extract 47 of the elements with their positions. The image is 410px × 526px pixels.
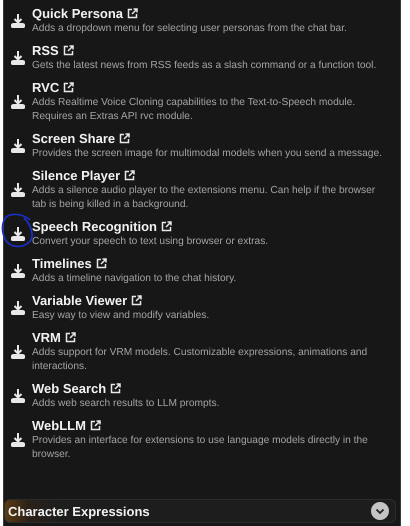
extension-title: Timelines [32,255,92,272]
extension-title: Variable Viewer [32,292,128,309]
extension-description: Adds a timeline navigation to the chat history. [32,272,236,286]
download-icon[interactable] [10,50,26,66]
download-icon[interactable] [10,432,26,448]
download-icon[interactable] [10,94,26,110]
extension-description: Adds web search results to LLM prompts. [32,397,220,411]
extension-title: Quick Persona [32,5,124,22]
external-link-icon[interactable] [160,221,172,232]
extension-title: Screen Share [32,130,116,147]
extension-title: Speech Recognition [32,218,157,235]
extension-title: RVC [32,79,60,96]
extension-description: Provides the screen image for multimodal models when you send a message. [32,147,382,161]
external-link-icon[interactable] [64,332,76,343]
external-link-icon[interactable] [96,258,107,269]
external-link-icon[interactable] [124,170,136,181]
extension-description: Adds support for VRM models. Customizable expressions, animations and interactions. [32,346,368,374]
extension-title: WebLLM [32,417,86,434]
chevron-icon[interactable] [371,502,389,520]
extension-description: Easy way to view and modify variables. [32,309,210,323]
extension-description: Adds Realtime Voice Cloning capabilities to the Text-to-Speech module. Requires an Extras API rvc module. [32,96,356,124]
download-icon[interactable] [10,182,26,198]
download-icon[interactable] [10,138,26,154]
extension-title: RSS [32,42,59,59]
extension-description: Gets the latest news from RSS feeds as a slash command or a function tool. [32,59,376,73]
extension-description: Adds a dropdown menu for selecting user personas from the chat bar. [32,22,347,36]
external-link-icon[interactable] [119,133,130,144]
download-icon[interactable] [10,300,26,316]
download-icon[interactable] [10,388,26,404]
external-link-icon[interactable] [90,420,101,431]
external-link-icon[interactable] [110,383,122,394]
external-link-icon[interactable] [131,295,142,306]
extension-description: Adds a silence audio player to the extensions menu. Can help if the browser tab is being killed in a background. [32,184,376,212]
download-icon[interactable] [10,262,26,278]
extension-title: VRM [32,329,61,346]
external-link-icon[interactable] [63,82,74,93]
extension-title: Silence Player [32,167,120,184]
extension-title: Web Search [32,380,106,397]
download-icon[interactable] [10,226,26,242]
extension-description: Provides an interface for extensions to use language models directly in the browser. [32,434,369,462]
download-icon[interactable] [10,12,26,28]
download-icon[interactable] [10,344,26,360]
section-title: Character Expressions [8,504,150,518]
extension-description: Convert your speech to text using browser or extras. [32,235,268,249]
external-link-icon[interactable] [62,45,74,56]
external-link-icon[interactable] [127,8,138,19]
section-header[interactable]: Character Expressions [4,499,396,523]
